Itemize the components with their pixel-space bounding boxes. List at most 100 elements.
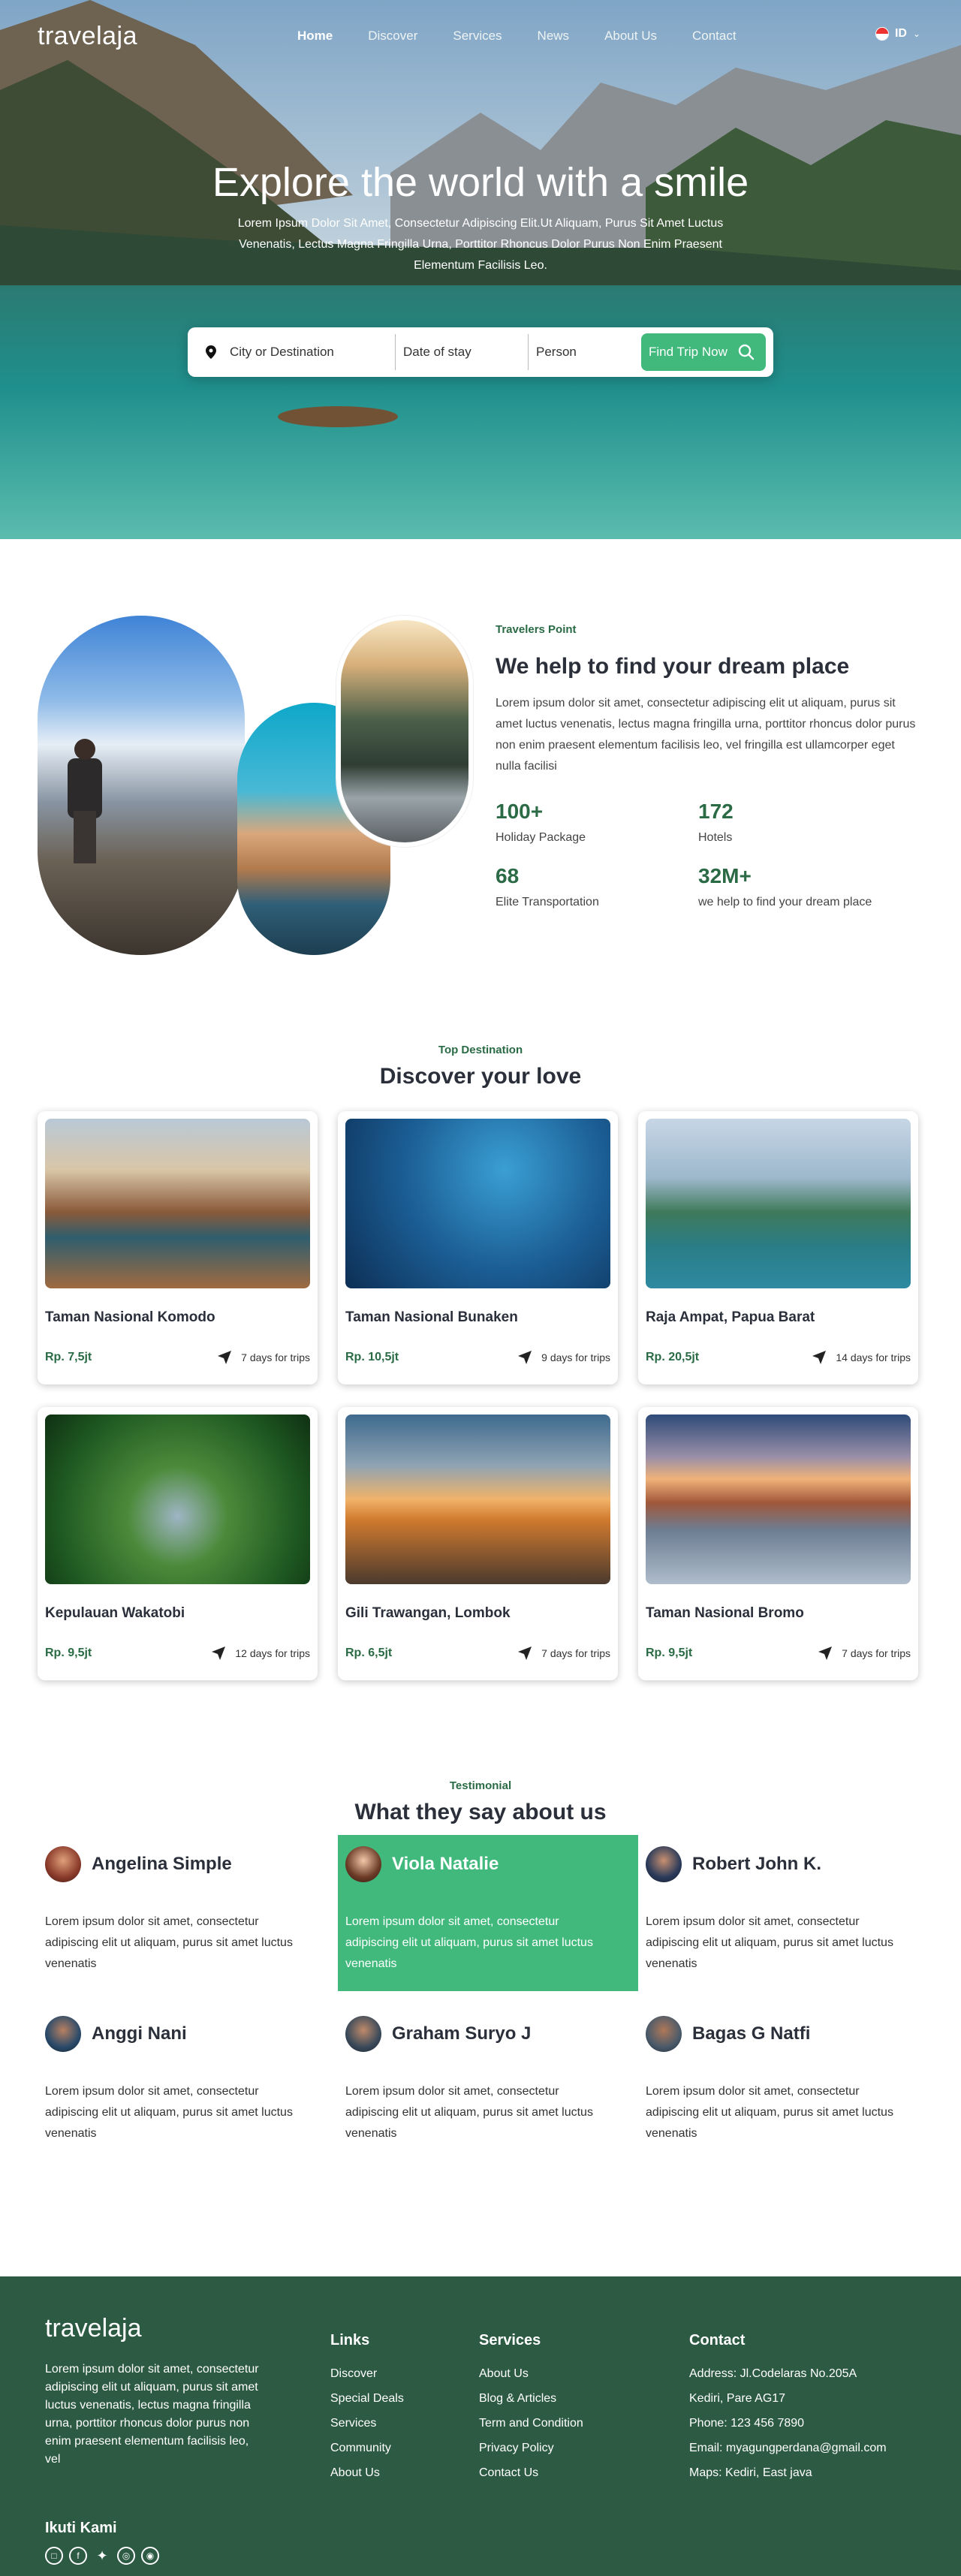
navigation-arrow-icon <box>818 1647 833 1660</box>
navigation-arrow-icon <box>518 1647 532 1660</box>
footer-links-column: Links Discover Special Deals Services Co… <box>330 2332 404 2491</box>
testimonial-text: Lorem ipsum dolor sit amet, consectetur … <box>45 1915 293 1970</box>
destination-name: Taman Nasional Bunaken <box>345 1309 518 1325</box>
date-placeholder: Date of stay <box>403 345 471 359</box>
testimonial-name: Graham Suryo J <box>392 2023 532 2044</box>
testimonial-heading: What they say about us <box>354 1800 607 1824</box>
person-field[interactable]: Person <box>529 334 634 370</box>
destination-card[interactable]: Gili Trawangan, Lombok Rp. 6,5jt 7 days … <box>338 1407 618 1680</box>
destination-name: Taman Nasional Komodo <box>45 1309 215 1325</box>
hiker-mountain-image <box>38 616 245 955</box>
destination-card[interactable]: Taman Nasional Komodo Rp. 7,5jt 7 days f… <box>38 1111 318 1384</box>
navigation-arrow-icon <box>518 1351 532 1364</box>
destination-card[interactable]: Kepulauan Wakatobi Rp. 9,5jt 12 days for… <box>38 1407 318 1680</box>
footer-link[interactable]: Discover <box>330 2367 404 2381</box>
about-body: Lorem ipsum dolor sit amet, consectetur … <box>496 697 916 773</box>
footer-link[interactable]: About Us <box>479 2367 583 2381</box>
destination-price: Rp. 6,5jt <box>345 1647 393 1659</box>
contact-phone[interactable]: Phone: 123 456 7890 <box>689 2417 887 2430</box>
destination-placeholder: City or Destination <box>230 345 334 359</box>
testimonial-text: Lorem ipsum dolor sit amet, consectetur … <box>345 2085 593 2140</box>
hiker-illustration <box>68 739 102 863</box>
trip-duration: 12 days for trips <box>235 1647 310 1659</box>
destinations-section: Top Destination Discover your love Taman… <box>0 999 961 1749</box>
testimonial-name: Anggi Nani <box>92 2023 187 2044</box>
contact-address: Address: Jl.Codelaras No.205A <box>689 2367 857 2380</box>
nav-item-discover[interactable]: Discover <box>368 29 417 44</box>
language-selector[interactable]: ID ⌄ <box>875 27 920 41</box>
footer-logo[interactable]: travelaja <box>45 2314 142 2343</box>
testimonial-section: Testimonial What they say about us Angel… <box>0 1749 961 2276</box>
language-code: ID <box>894 27 907 40</box>
search-icon <box>738 344 755 360</box>
hero-subtitle: Lorem Ipsum Dolor Sit Amet, Consectetur … <box>237 217 724 272</box>
nav-item-contact[interactable]: Contact <box>692 29 737 44</box>
stat-label: we help to find your dream place <box>698 896 872 908</box>
date-field[interactable]: Date of stay <box>396 334 529 370</box>
navigation-arrow-icon <box>212 1647 226 1660</box>
stat-hotels: 172 Hotels <box>698 800 901 845</box>
about-heading: We help to find your dream place <box>496 654 850 679</box>
raja-ampat-image <box>646 1119 911 1288</box>
destination-price: Rp. 20,5jt <box>646 1351 700 1363</box>
stat-transportation: 68 Elite Transportation <box>496 864 698 909</box>
destination-name: Gili Trawangan, Lombok <box>345 1605 511 1621</box>
facebook-icon[interactable]: f <box>69 2547 87 2565</box>
stat-value: 68 <box>496 864 520 887</box>
footer-link[interactable]: Services <box>330 2417 404 2430</box>
location-pin-icon <box>206 345 216 359</box>
testimonial-name: Bagas G Natfi <box>692 2023 811 2044</box>
nav-item-home[interactable]: Home <box>297 29 333 44</box>
destination-grid: Taman Nasional Komodo Rp. 7,5jt 7 days f… <box>38 1111 923 1680</box>
destination-price: Rp. 9,5jt <box>646 1647 693 1659</box>
bunaken-image <box>345 1119 610 1288</box>
destination-card[interactable]: Taman Nasional Bunaken Rp. 10,5jt 9 days… <box>338 1111 618 1384</box>
footer-link[interactable]: Community <box>330 2442 404 2455</box>
testimonial-name: Robert John K. <box>692 1854 821 1874</box>
site-logo[interactable]: travelaja <box>38 22 137 51</box>
contact-title: Contact <box>689 2332 746 2349</box>
footer-link[interactable]: Term and Condition <box>479 2417 583 2430</box>
find-trip-label: Find Trip Now <box>649 345 728 359</box>
testimonial-card: Angelina Simple Lorem ipsum dolor sit am… <box>38 1835 338 1991</box>
testimonial-text: Lorem ipsum dolor sit amet, consectetur … <box>345 1915 593 1970</box>
contact-email[interactable]: Email: myagungperdana@gmail.com <box>689 2442 887 2455</box>
twitter-icon[interactable]: ✦ <box>93 2547 111 2565</box>
testimonial-text: Lorem ipsum dolor sit amet, consectetur … <box>646 1915 893 1970</box>
about-content: Travelers Point We help to find your dre… <box>496 623 916 909</box>
destination-card[interactable]: Raja Ampat, Papua Barat Rp. 20,5jt 14 da… <box>638 1111 918 1384</box>
instagram-icon[interactable]: □ <box>45 2547 63 2565</box>
indonesia-flag-icon <box>875 27 889 41</box>
trip-duration: 14 days for trips <box>836 1351 911 1363</box>
footer-link[interactable]: About Us <box>330 2466 404 2480</box>
testimonial-text: Lorem ipsum dolor sit amet, consectetur … <box>45 2085 293 2140</box>
dribbble-icon[interactable]: ◎ <box>117 2547 135 2565</box>
bromo-image <box>646 1415 911 1584</box>
github-icon[interactable]: ◉ <box>141 2547 159 2565</box>
testimonial-eyebrow: Testimonial <box>449 1779 512 1792</box>
stat-value: 32M+ <box>698 864 752 887</box>
gili-trawangan-image <box>345 1415 610 1584</box>
contact-maps[interactable]: Maps: Kediri, East java <box>689 2466 887 2480</box>
footer-link[interactable]: Contact Us <box>479 2466 583 2480</box>
nav-item-news[interactable]: News <box>538 29 570 44</box>
testimonial-card: Robert John K. Lorem ipsum dolor sit ame… <box>638 1835 923 1991</box>
find-trip-button[interactable]: Find Trip Now <box>641 333 766 371</box>
person-placeholder: Person <box>536 345 577 359</box>
footer-link[interactable]: Privacy Policy <box>479 2442 583 2455</box>
destination-card[interactable]: Taman Nasional Bromo Rp. 9,5jt 7 days fo… <box>638 1407 918 1680</box>
trip-duration: 9 days for trips <box>541 1351 610 1363</box>
top-navbar: travelaja Home Discover Services News Ab… <box>0 0 961 72</box>
komodo-image <box>45 1119 310 1288</box>
stats-grid: 100+ Holiday Package 172 Hotels 68 Elite… <box>496 800 916 909</box>
destination-field[interactable]: City or Destination <box>188 334 396 370</box>
nav-item-about-us[interactable]: About Us <box>604 29 657 44</box>
avatar <box>646 2016 682 2052</box>
destination-name: Raja Ampat, Papua Barat <box>646 1309 815 1325</box>
social-links: □ f ✦ ◎ ◉ <box>45 2547 159 2565</box>
about-section: Travelers Point We help to find your dre… <box>0 539 961 999</box>
footer-link[interactable]: Blog & Articles <box>479 2392 583 2406</box>
nav-item-services[interactable]: Services <box>453 29 502 44</box>
wakatobi-image <box>45 1415 310 1584</box>
footer-link[interactable]: Special Deals <box>330 2392 404 2406</box>
